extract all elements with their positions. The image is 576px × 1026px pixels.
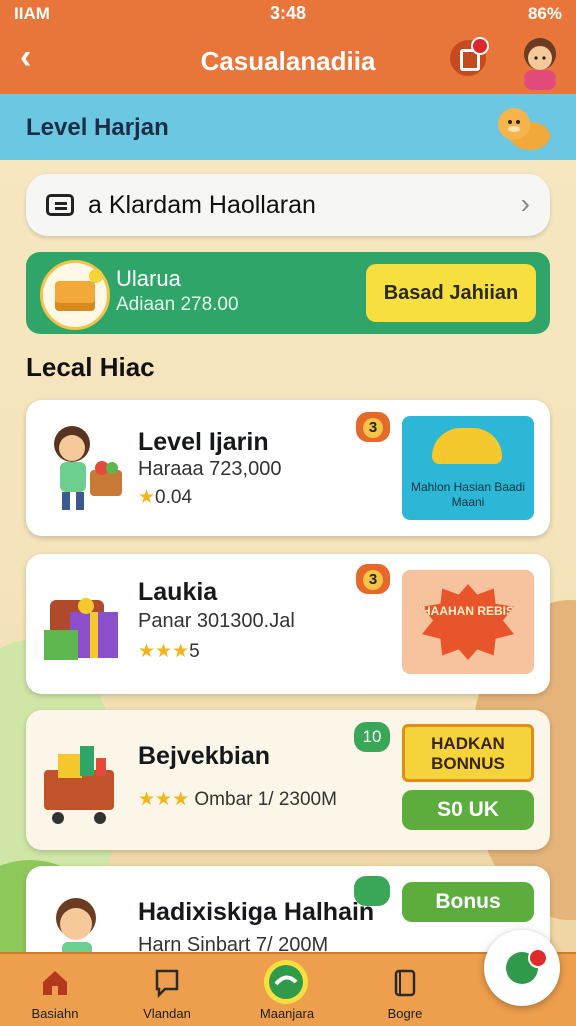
- reward-button[interactable]: Basad Jahiian: [366, 264, 536, 322]
- hat-icon: [432, 428, 502, 464]
- tab-home[interactable]: Basiahn: [0, 954, 110, 1026]
- item-name: Bejvekbian: [138, 742, 271, 770]
- app-title: Casualanadiia: [200, 46, 376, 76]
- notification-dot: [471, 37, 489, 55]
- reward-subtitle: Adiaan 278.00: [116, 294, 239, 315]
- level-number: 3: [363, 418, 383, 438]
- list-item[interactable]: Level Ijarin Haraaa 723,000 ★0.04 3 Mahl…: [26, 400, 550, 536]
- status-bar: IIAM 3:48 86%: [0, 0, 576, 30]
- floating-action-button[interactable]: [484, 930, 560, 1006]
- mascot-icon: [498, 108, 550, 150]
- reward-card: Ularua Adiaan 278.00 Basad Jahiian: [26, 252, 550, 334]
- center-badge-icon: [264, 960, 308, 1004]
- level-badge: 10: [354, 722, 390, 752]
- list-item[interactable]: Bejvekbian ★★★ Ombar 1/ 2300M 10 HADKAN …: [26, 710, 550, 850]
- item-rating: ★0.04: [138, 486, 192, 509]
- shopping-cart-icon: [44, 746, 114, 824]
- level-badge: 3: [356, 564, 390, 594]
- search-text: a Klardam Haollaran: [88, 191, 316, 219]
- avatar[interactable]: [514, 32, 566, 92]
- notification-dot: [528, 948, 548, 968]
- promo-text: HAAHAN REBIS: [422, 604, 515, 618]
- tab-label: Basiahn: [31, 1006, 79, 1021]
- level-badge: 3: [356, 412, 390, 442]
- claim-button[interactable]: S0 UK: [402, 790, 534, 830]
- battery-label: 86%: [527, 4, 562, 23]
- girl-character-icon: [54, 426, 122, 510]
- banner-title: Level Harjan: [26, 114, 169, 141]
- tab-label: Vlandan: [143, 1006, 191, 1021]
- book-icon: [394, 969, 416, 997]
- bonus-button[interactable]: Bonus: [402, 882, 534, 922]
- bonus-label: HADKAN BONNUS: [402, 724, 534, 782]
- item-subtitle: Panar 301300.Jal: [138, 610, 295, 632]
- clock: 3:48: [269, 3, 307, 23]
- list-item[interactable]: Laukia Panar 301300.Jal ★★★5 3 HAAHAN RE…: [26, 554, 550, 694]
- treasure-chest-icon: [40, 260, 110, 330]
- chevron-right-icon: ›: [520, 188, 530, 219]
- star-icon: ★★★: [138, 789, 190, 810]
- tab-label: Bogre: [387, 1006, 423, 1021]
- item-rating: ★★★ Ombar 1/ 2300M: [138, 788, 337, 811]
- notification-icon[interactable]: [450, 37, 489, 76]
- level-banner: Level Harjan: [0, 94, 576, 160]
- tab-chat[interactable]: Vlandan: [112, 954, 222, 1026]
- chat-bubble-icon: [354, 876, 390, 906]
- section-title: Lecal Hiac: [26, 352, 155, 382]
- starburst-icon: HAAHAN REBIS: [422, 584, 514, 660]
- rating-value: 0.04: [155, 487, 193, 508]
- promo-tile[interactable]: HAAHAN REBIS: [402, 570, 534, 674]
- item-rating: ★★★5: [138, 640, 200, 663]
- rating-value: 5: [189, 641, 200, 662]
- item-subtitle: Haraaa 723,000: [138, 458, 282, 480]
- star-icon: ★: [138, 487, 156, 508]
- list-icon: [46, 194, 74, 216]
- level-number: 3: [363, 570, 383, 590]
- app-bar: ‹ Casualanadiia: [0, 30, 576, 94]
- promo-tile[interactable]: Mahlon Hasian Baadi Maani: [402, 416, 534, 520]
- chat-icon: [155, 969, 179, 998]
- gift-boxes-icon: [44, 598, 118, 660]
- item-name: Level Ijarin: [138, 428, 269, 456]
- tab-book[interactable]: Bogre: [350, 954, 460, 1026]
- item-subtitle: Ombar 1/ 2300M: [194, 789, 337, 810]
- star-icon: ★★★: [138, 641, 190, 662]
- promo-text: Mahlon Hasian Baadi Maani: [410, 480, 526, 509]
- home-icon: [43, 971, 67, 995]
- search-bar[interactable]: a Klardam Haollaran ›: [26, 174, 550, 236]
- reward-title: Ularua: [116, 266, 181, 291]
- item-name: Hadixiskiga Halhain: [138, 898, 375, 926]
- item-name: Laukia: [138, 578, 218, 606]
- tab-center[interactable]: Maanjara: [232, 954, 342, 1026]
- tab-label: Maanjara: [259, 1006, 315, 1021]
